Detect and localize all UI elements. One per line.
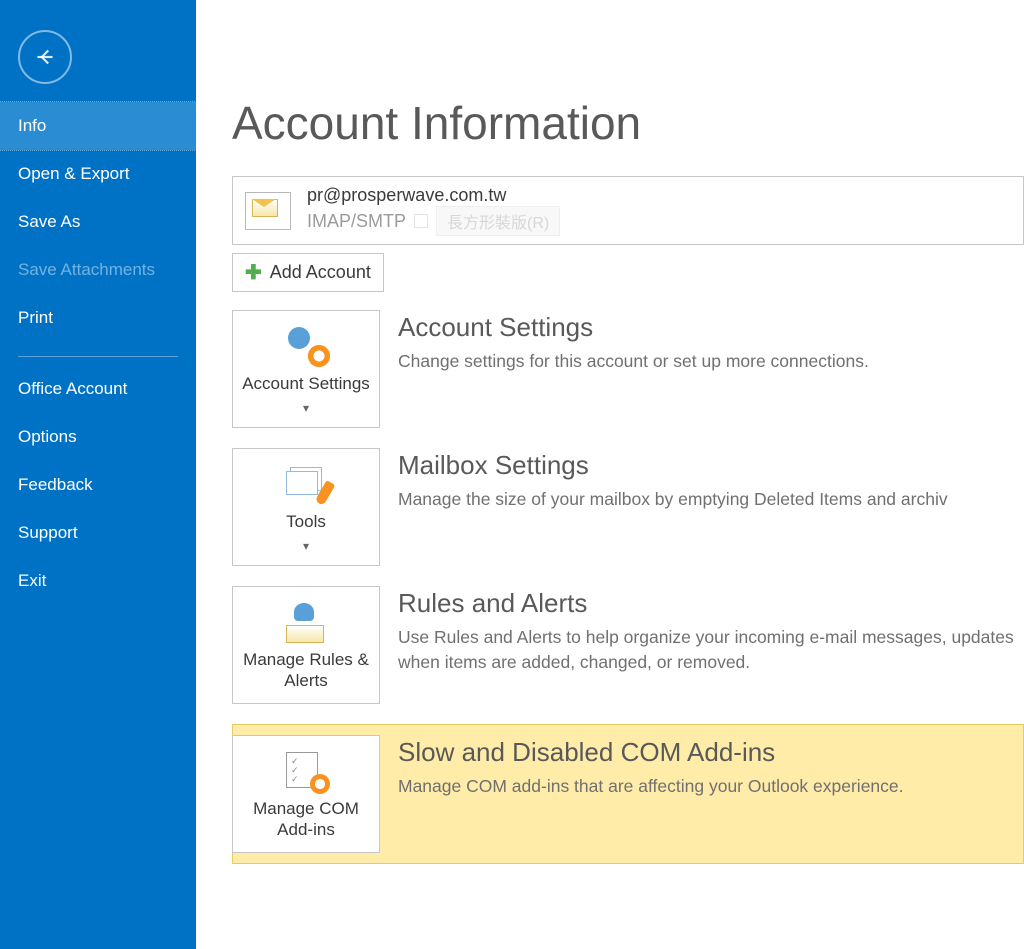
nav-label: Support (18, 523, 78, 542)
ghost-marker-icon (414, 214, 428, 228)
nav-item-support[interactable]: Support (0, 509, 196, 557)
mail-account-icon (245, 192, 291, 230)
nav-divider (18, 356, 178, 357)
tile-label: Account Settings (242, 373, 370, 394)
sections: Account Settings ▾ Account Settings Chan… (232, 310, 1024, 864)
account-settings-icon (282, 327, 330, 367)
com-addins-icon: ✓ ✓ ✓ (282, 752, 330, 792)
section-text: Account Settings Change settings for thi… (398, 310, 1024, 374)
section-text: Rules and Alerts Use Rules and Alerts to… (398, 586, 1024, 676)
section-desc: Manage the size of your mailbox by empty… (398, 487, 1024, 512)
ghost-overlay-label: 長方形裝版(R) (436, 206, 560, 236)
nav-item-options[interactable]: Options (0, 413, 196, 461)
tools-icon (282, 465, 330, 505)
nav-item-exit[interactable]: Exit (0, 557, 196, 605)
section-title: Rules and Alerts (398, 588, 1024, 619)
nav-label: Office Account (18, 379, 127, 398)
section-title: Slow and Disabled COM Add-ins (398, 737, 1011, 768)
tile-account-settings[interactable]: Account Settings ▾ (232, 310, 380, 428)
section-title: Account Settings (398, 312, 1024, 343)
nav-label: Save Attachments (18, 260, 155, 279)
add-account-button[interactable]: ✚ Add Account (232, 253, 384, 292)
rules-alerts-icon (282, 603, 330, 643)
nav-label: Open & Export (18, 164, 130, 183)
nav-label: Exit (18, 571, 46, 590)
account-email: pr@prosperwave.com.tw (307, 185, 560, 206)
nav-item-save-attachments: Save Attachments (0, 246, 196, 294)
page-title: Account Information (232, 96, 1024, 150)
nav-item-feedback[interactable]: Feedback (0, 461, 196, 509)
section-title: Mailbox Settings (398, 450, 1024, 481)
section-desc: Manage COM add-ins that are affecting yo… (398, 774, 1011, 799)
nav-item-save-as[interactable]: Save As (0, 198, 196, 246)
tile-label: Tools (286, 511, 326, 532)
section-text: Mailbox Settings Manage the size of your… (398, 448, 1024, 512)
nav-item-info[interactable]: Info (0, 102, 196, 150)
nav-item-print[interactable]: Print (0, 294, 196, 342)
nav-list: Info Open & Export Save As Save Attachme… (0, 102, 196, 605)
nav-label: Info (18, 116, 46, 135)
section-mailbox-settings: Tools ▾ Mailbox Settings Manage the size… (232, 448, 1024, 566)
sidebar: Info Open & Export Save As Save Attachme… (0, 0, 196, 949)
tile-manage-rules[interactable]: Manage Rules & Alerts (232, 586, 380, 704)
section-account-settings: Account Settings ▾ Account Settings Chan… (232, 310, 1024, 428)
tile-label: Manage Rules & Alerts (239, 649, 373, 692)
main-panel: Account Information pr@prosperwave.com.t… (196, 0, 1024, 949)
section-desc: Use Rules and Alerts to help organize yo… (398, 625, 1024, 676)
chevron-down-icon: ▾ (303, 539, 309, 553)
add-account-label: Add Account (270, 262, 371, 283)
nav-label: Feedback (18, 475, 93, 494)
account-selector[interactable]: pr@prosperwave.com.tw IMAP/SMTP 長方形裝版(R) (232, 176, 1024, 245)
nav-label: Print (18, 308, 53, 327)
account-type: IMAP/SMTP (307, 211, 406, 232)
plus-icon: ✚ (245, 260, 262, 285)
section-rules-alerts: Manage Rules & Alerts Rules and Alerts U… (232, 586, 1024, 704)
tile-tools[interactable]: Tools ▾ (232, 448, 380, 566)
tile-manage-com-addins[interactable]: ✓ ✓ ✓ Manage COM Add-ins (232, 735, 380, 853)
tile-label: Manage COM Add-ins (239, 798, 373, 841)
section-text: Slow and Disabled COM Add-ins Manage COM… (398, 735, 1023, 799)
section-desc: Change settings for this account or set … (398, 349, 1024, 374)
nav-item-office-account[interactable]: Office Account (0, 365, 196, 413)
nav-item-open-export[interactable]: Open & Export (0, 150, 196, 198)
arrow-left-icon (32, 44, 58, 70)
chevron-down-icon: ▾ (303, 401, 309, 415)
section-com-addins: ✓ ✓ ✓ Manage COM Add-ins Slow and Disabl… (232, 724, 1024, 864)
nav-label: Options (18, 427, 77, 446)
account-text: pr@prosperwave.com.tw IMAP/SMTP 長方形裝版(R) (307, 185, 560, 236)
back-button[interactable] (18, 30, 72, 84)
nav-label: Save As (18, 212, 80, 231)
